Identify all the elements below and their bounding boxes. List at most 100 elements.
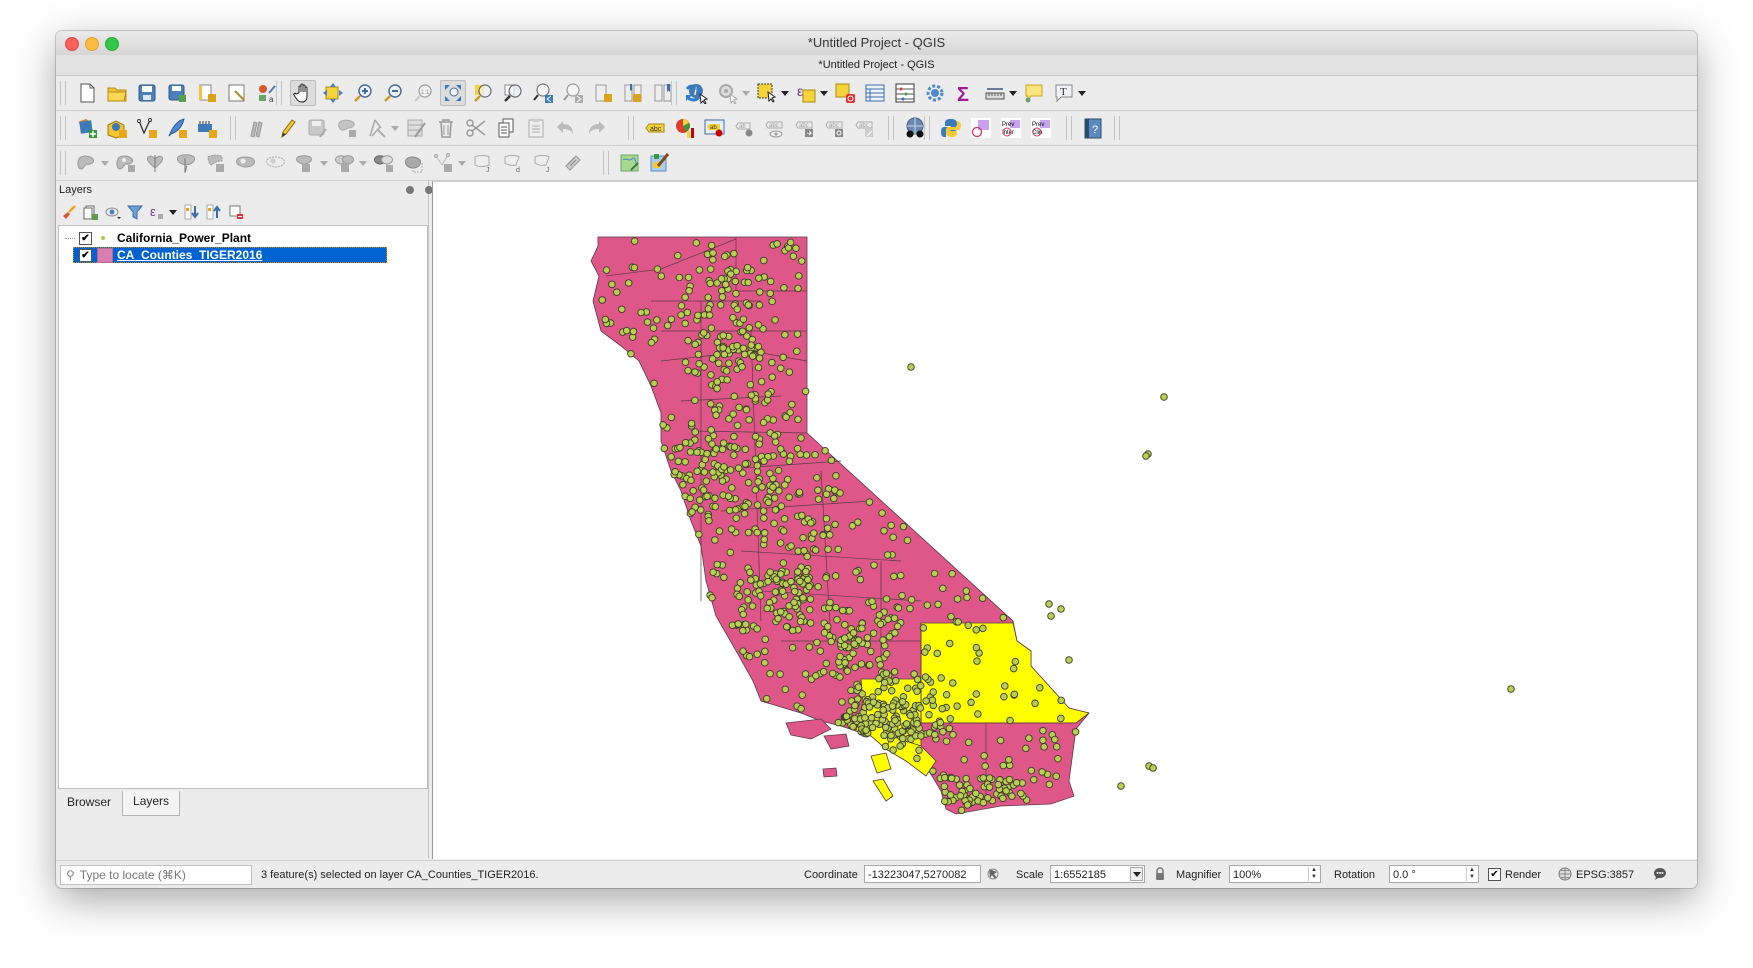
power-plant-point[interactable] [771, 438, 780, 446]
chevron-down-icon[interactable] [458, 160, 466, 166]
power-plant-point[interactable] [836, 489, 844, 497]
power-plant-point[interactable] [675, 273, 684, 282]
power-plant-point[interactable] [903, 536, 912, 545]
power-plant-point[interactable] [754, 478, 762, 486]
power-plant-point[interactable] [763, 694, 771, 703]
power-plant-point[interactable] [739, 610, 748, 619]
power-plant-point[interactable] [785, 493, 793, 501]
chevron-down-icon[interactable] [781, 90, 789, 96]
power-plant-point[interactable] [788, 643, 797, 652]
power-plant-point[interactable] [814, 495, 823, 503]
power-plant-point[interactable] [720, 350, 729, 359]
power-plant-point[interactable] [721, 252, 729, 261]
data-source-manager-button[interactable] [74, 115, 100, 141]
power-plant-point[interactable] [936, 718, 945, 727]
power-plant-point[interactable] [739, 344, 748, 352]
power-plant-point[interactable] [706, 279, 715, 288]
power-plant-point[interactable] [741, 460, 750, 468]
power-plant-point[interactable] [681, 458, 689, 466]
power-plant-point[interactable] [681, 438, 690, 447]
toolbar-grip[interactable] [230, 116, 236, 140]
power-plant-point[interactable] [694, 311, 702, 320]
power-plant-point[interactable] [733, 341, 741, 350]
power-plant-point[interactable] [824, 622, 832, 631]
power-plant-point[interactable] [751, 486, 760, 494]
chevron-down-icon[interactable] [320, 160, 328, 166]
power-plant-point[interactable] [804, 575, 812, 584]
filter-by-expression-button[interactable]: ε [148, 203, 166, 221]
power-plant-point[interactable] [643, 318, 652, 326]
power-plant-point[interactable] [729, 313, 737, 322]
power-plant-point[interactable] [828, 669, 837, 678]
trim-extend-button[interactable]: J [470, 150, 496, 176]
layer-item-counties[interactable]: ✔ CA_Counties_TIGER2016 [73, 247, 387, 263]
power-plant-point[interactable] [941, 773, 949, 782]
map-tips-button[interactable] [1021, 80, 1047, 106]
power-plant-point[interactable] [776, 445, 785, 453]
zoom-last-button[interactable] [530, 80, 556, 106]
power-plant-point[interactable] [956, 792, 965, 800]
power-plant-point[interactable] [748, 602, 757, 610]
power-plant-point[interactable] [713, 384, 721, 393]
power-plant-point[interactable] [937, 674, 945, 682]
power-plant-point[interactable] [917, 732, 925, 740]
power-plant-point[interactable] [963, 801, 972, 809]
power-plant-point[interactable] [769, 483, 777, 491]
power-plant-point[interactable] [834, 718, 843, 727]
power-plant-point[interactable] [953, 702, 961, 710]
power-plant-point[interactable] [876, 661, 885, 669]
power-plant-point[interactable] [869, 629, 878, 637]
power-plant-point[interactable] [684, 366, 692, 375]
power-plant-point[interactable] [1017, 789, 1025, 798]
power-plant-point[interactable] [746, 568, 754, 577]
power-plant-point[interactable] [942, 737, 951, 746]
power-plant-point[interactable] [919, 624, 928, 632]
power-plant-point[interactable] [768, 297, 776, 306]
power-plant-point[interactable] [881, 742, 890, 751]
mouse-coordinate-toggle-icon[interactable] [986, 867, 1000, 881]
toolbar-grip[interactable] [60, 116, 66, 140]
power-plant-point[interactable] [938, 704, 946, 713]
power-plant-point[interactable] [798, 511, 806, 520]
power-plant-point[interactable] [814, 486, 822, 494]
attribute-table-button[interactable] [862, 80, 888, 106]
power-plant-point[interactable] [775, 487, 783, 495]
power-plant-point[interactable] [703, 449, 711, 458]
power-plant-point[interactable] [667, 315, 676, 324]
power-plant-point[interactable] [885, 632, 894, 641]
reshape-button[interactable] [173, 150, 199, 176]
power-plant-point[interactable] [709, 255, 717, 264]
simplify-button[interactable] [431, 150, 457, 176]
power-plant-point[interactable] [794, 415, 802, 424]
power-plant-point[interactable] [797, 704, 805, 713]
power-plant-point[interactable] [836, 673, 844, 681]
power-plant-point[interactable] [693, 467, 701, 475]
prev-clip-button[interactable]: Prev Clip [1028, 115, 1054, 141]
chevron-down-icon[interactable] [1130, 867, 1143, 881]
power-plant-point[interactable] [695, 359, 703, 368]
power-plant-point[interactable] [806, 595, 815, 603]
power-plant-point[interactable] [831, 572, 840, 580]
prev-inter-button[interactable]: Prev Inter [998, 115, 1024, 141]
plugin-a-button[interactable] [968, 115, 994, 141]
chevron-down-icon[interactable] [820, 90, 828, 96]
power-plant-point[interactable] [962, 774, 970, 783]
power-plant-point[interactable] [681, 319, 689, 328]
select-features-button[interactable] [754, 80, 780, 106]
power-plant-point[interactable] [945, 639, 954, 648]
power-plant-point[interactable] [754, 342, 763, 351]
power-plant-point[interactable] [738, 327, 747, 336]
power-plant-point[interactable] [832, 471, 840, 480]
power-plant-point[interactable] [806, 619, 815, 627]
power-plant-point[interactable] [730, 392, 739, 401]
power-plant-point[interactable] [779, 559, 788, 567]
power-plant-point[interactable] [854, 518, 862, 526]
power-plant-point[interactable] [801, 670, 810, 678]
power-plant-point[interactable] [1065, 656, 1073, 664]
power-plant-point[interactable] [831, 520, 839, 529]
power-plant-point[interactable] [779, 353, 787, 362]
power-plant-point[interactable] [953, 595, 962, 603]
power-plant-point[interactable] [874, 687, 882, 696]
power-plant-point[interactable] [683, 308, 692, 317]
power-plant-point[interactable] [1052, 742, 1061, 751]
